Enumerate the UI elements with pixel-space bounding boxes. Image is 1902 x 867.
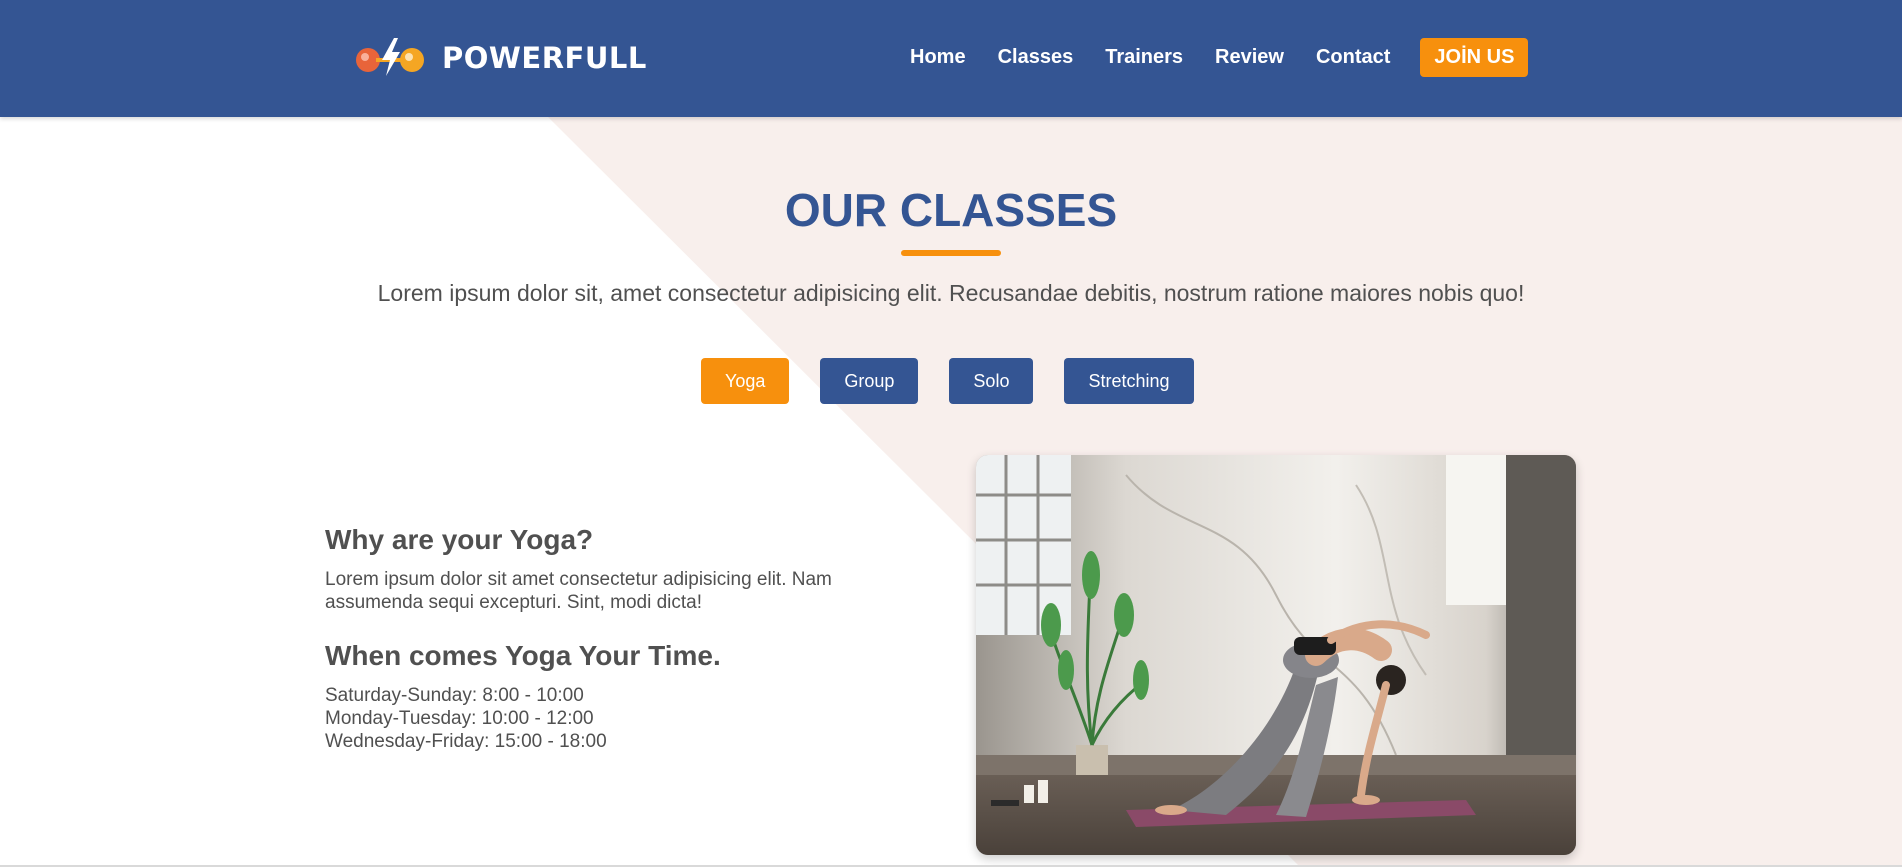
main-nav: Home Classes Trainers Review Contact JOİ… — [910, 0, 1529, 114]
dumbbell-logo-icon — [356, 38, 424, 76]
diagonal-background — [0, 0, 1902, 867]
title-underline — [901, 250, 1001, 256]
yoga-photo-illustration — [976, 455, 1576, 855]
nav-review[interactable]: Review — [1215, 46, 1284, 69]
nav-contact[interactable]: Contact — [1316, 46, 1390, 69]
schedule-item: Saturday-Sunday: 8:00 - 10:00 — [325, 685, 584, 706]
tab-stretching[interactable]: Stretching — [1064, 358, 1194, 404]
nav-classes[interactable]: Classes — [998, 46, 1074, 69]
class-tabs: Yoga Group Solo Stretching — [701, 358, 1194, 404]
schedule-item: Monday-Tuesday: 10:00 - 12:00 — [325, 708, 594, 729]
join-us-button[interactable]: JOİN US — [1420, 37, 1529, 77]
site-header: POWERFULL Home Classes Trainers Review C… — [0, 0, 1902, 117]
why-text: Lorem ipsum dolor sit amet consectetur a… — [325, 569, 832, 613]
class-details: Why are your Yoga? Lorem ipsum dolor sit… — [325, 524, 885, 753]
logo-text: POWERFULL — [442, 41, 647, 75]
page: POWERFULL Home Classes Trainers Review C… — [0, 0, 1902, 867]
nav-home[interactable]: Home — [910, 46, 966, 69]
tab-yoga[interactable]: Yoga — [701, 358, 790, 404]
yoga-photo — [976, 455, 1576, 855]
nav-trainers[interactable]: Trainers — [1105, 46, 1183, 69]
tab-solo[interactable]: Solo — [949, 358, 1034, 404]
section-description: Lorem ipsum dolor sit, amet consectetur … — [377, 280, 1525, 306]
schedule-list: Saturday-Sunday: 8:00 - 10:00 Monday-Tue… — [325, 684, 885, 753]
tab-group[interactable]: Group — [820, 358, 919, 404]
why-heading: Why are your Yoga? — [325, 524, 594, 555]
schedule-item: Wednesday-Friday: 15:00 - 18:00 — [325, 731, 607, 752]
section-title: OUR CLASSES — [784, 184, 1118, 236]
when-heading: When comes Yoga Your Time. — [325, 640, 721, 671]
logo[interactable]: POWERFULL — [354, 36, 647, 80]
lightning-icon — [382, 38, 400, 76]
